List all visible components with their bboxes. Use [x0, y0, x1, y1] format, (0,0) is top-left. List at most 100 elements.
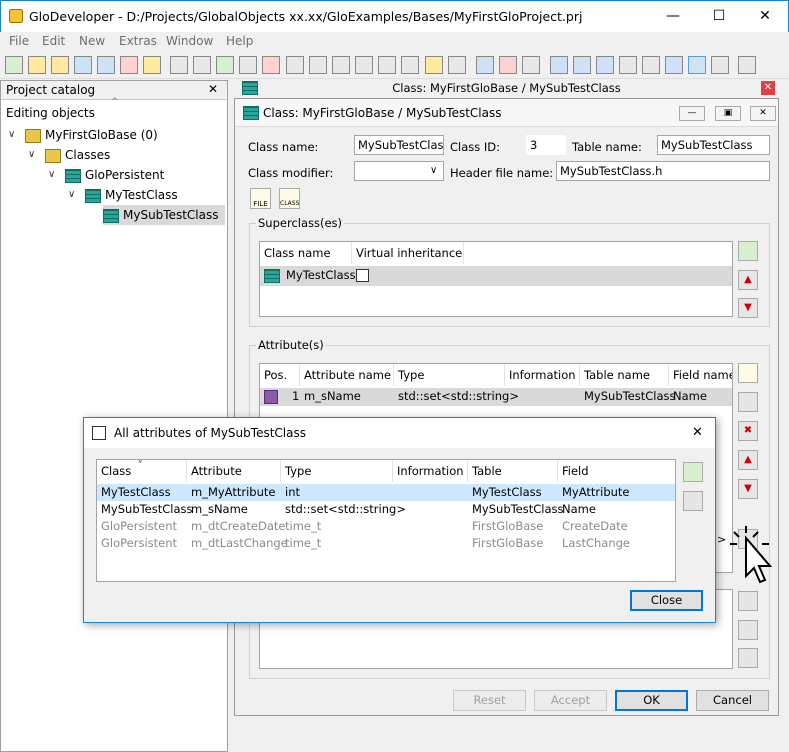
- menu-window[interactable]: Window: [166, 34, 213, 48]
- column-header-information[interactable]: Information: [505, 364, 580, 386]
- window-new-icon[interactable]: [642, 56, 660, 74]
- column-header-attribute[interactable]: Attribute: [187, 460, 281, 482]
- close-mdi-button[interactable]: ✕: [761, 81, 775, 95]
- move-down-button[interactable]: ▼: [738, 298, 758, 318]
- move-attribute-down-button[interactable]: ▼: [738, 479, 758, 499]
- new-class-icon[interactable]: [193, 56, 211, 74]
- help-book-icon[interactable]: [738, 56, 756, 74]
- class-id-field[interactable]: 3: [526, 135, 566, 155]
- edit-attribute-button[interactable]: [683, 491, 703, 511]
- column-header-type[interactable]: Type: [281, 460, 393, 482]
- table-name-field[interactable]: MySubTestClass: [657, 135, 770, 155]
- copy-icon[interactable]: [309, 56, 327, 74]
- column-header-field[interactable]: Field: [558, 460, 675, 482]
- chevron-down-icon[interactable]: ∨: [68, 189, 75, 200]
- menu-new[interactable]: New: [79, 34, 105, 48]
- panel-left-icon[interactable]: [688, 56, 706, 74]
- column-header-field-name[interactable]: Field name: [669, 364, 732, 386]
- minimize-dialog-button[interactable]: —: [679, 106, 705, 121]
- goto-attribute-button[interactable]: [683, 462, 703, 482]
- chevron-down-icon[interactable]: ∨: [430, 165, 437, 176]
- new-attribute-icon[interactable]: [425, 56, 443, 74]
- move-attribute-up-button[interactable]: ▲: [738, 450, 758, 470]
- class-name-field[interactable]: MySubTestClass: [354, 135, 444, 155]
- move-up-button[interactable]: ▲: [738, 270, 758, 290]
- window-icon[interactable]: [619, 56, 637, 74]
- index-icon[interactable]: [448, 56, 466, 74]
- close-popup-button[interactable]: ✕: [692, 425, 703, 440]
- panel-right-icon[interactable]: [711, 56, 729, 74]
- column-header-virtual-inheritance[interactable]: Virtual inheritance: [352, 242, 464, 264]
- new-attribute-button[interactable]: [738, 363, 758, 383]
- close-dialog-button[interactable]: ✕: [750, 106, 776, 121]
- save-all-icon[interactable]: [97, 56, 115, 74]
- tree-item-classes[interactable]: Classes: [45, 145, 110, 165]
- tools-icon[interactable]: [522, 56, 540, 74]
- accept-button[interactable]: Accept: [534, 690, 607, 711]
- database-icon[interactable]: [120, 56, 138, 74]
- table-row[interactable]: MyTestClass m_MyAttribute int MyTestClas…: [97, 484, 675, 501]
- globe-icon[interactable]: [476, 56, 494, 74]
- column-header-table-name[interactable]: Table name: [580, 364, 669, 386]
- windows-icon[interactable]: [665, 56, 683, 74]
- add-superclass-button[interactable]: [738, 241, 758, 261]
- column-header-class-name[interactable]: Class name: [260, 242, 352, 264]
- chevron-down-icon[interactable]: ∨: [48, 169, 55, 180]
- menu-help[interactable]: Help: [226, 34, 253, 48]
- table-row[interactable]: GloPersistent m_dtCreateDate time_t Firs…: [97, 518, 675, 535]
- table-row[interactable]: 1 m_sName std::set<std::string> MySubTes…: [260, 388, 732, 406]
- edit-attribute-icon[interactable]: [378, 56, 396, 74]
- chevron-right-icon[interactable]: >: [717, 533, 726, 546]
- reset-button[interactable]: Reset: [453, 690, 526, 711]
- column-header-information[interactable]: Information: [393, 460, 468, 482]
- cancel-button[interactable]: Cancel: [696, 690, 769, 711]
- edit-icon[interactable]: [239, 56, 257, 74]
- menu-file[interactable]: File: [9, 34, 29, 48]
- close-panel-button[interactable]: ✕: [208, 82, 218, 96]
- tile-vertical-icon[interactable]: [573, 56, 591, 74]
- maximize-button[interactable]: ☐: [696, 1, 742, 32]
- cut-icon[interactable]: [286, 56, 304, 74]
- open-folder-icon[interactable]: [28, 56, 46, 74]
- new-file-icon[interactable]: [170, 56, 188, 74]
- column-header-table[interactable]: Table: [468, 460, 558, 482]
- tree-item-mytestclass[interactable]: MyTestClass: [85, 185, 178, 205]
- column-header-pos[interactable]: Pos.: [260, 364, 300, 386]
- tile-horizontal-icon[interactable]: [596, 56, 614, 74]
- delete-index-button[interactable]: [738, 648, 758, 668]
- header-file-field[interactable]: MySubTestClass.h: [556, 161, 770, 181]
- cascade-icon[interactable]: [550, 56, 568, 74]
- table-row[interactable]: MyTestClass: [260, 266, 732, 286]
- mdi-tab[interactable]: Class: MyFirstGloBase / MySubTestClass ✕: [234, 80, 779, 96]
- edit-index-button[interactable]: [738, 620, 758, 640]
- attribute-icon[interactable]: [355, 56, 373, 74]
- table-row[interactable]: GloPersistent m_dtLastChange time_t Firs…: [97, 535, 675, 552]
- menu-edit[interactable]: Edit: [42, 34, 65, 48]
- delete-icon[interactable]: [262, 56, 280, 74]
- delete-attribute-icon[interactable]: [401, 56, 419, 74]
- close-button[interactable]: Close: [630, 590, 703, 611]
- close-window-button[interactable]: ✕: [742, 1, 788, 32]
- open-project-icon[interactable]: [51, 56, 69, 74]
- ok-button[interactable]: OK: [615, 690, 688, 711]
- menu-extras[interactable]: Extras: [119, 34, 157, 48]
- class-icon[interactable]: [216, 56, 234, 74]
- minimize-button[interactable]: —: [650, 1, 696, 32]
- folder-key-icon[interactable]: [143, 56, 161, 74]
- tree-item-database[interactable]: MyFirstGloBase (0): [25, 125, 158, 145]
- new-index-button[interactable]: [738, 591, 758, 611]
- paste-icon[interactable]: [332, 56, 350, 74]
- chevron-down-icon[interactable]: ∨: [8, 129, 15, 140]
- tree-item-glopersistent[interactable]: GloPersistent: [65, 165, 164, 185]
- palette-icon[interactable]: [499, 56, 517, 74]
- new-file-button[interactable]: FILE: [250, 188, 271, 209]
- tree-item-mysubtestclass[interactable]: MySubTestClass: [103, 205, 225, 225]
- toolbar-icon-1[interactable]: [5, 56, 23, 74]
- edit-attribute-button[interactable]: [738, 392, 758, 412]
- save-icon[interactable]: [74, 56, 92, 74]
- restore-dialog-button[interactable]: ▣: [715, 106, 741, 121]
- new-class-button[interactable]: CLASS: [279, 188, 300, 209]
- chevron-down-icon[interactable]: ∨: [28, 149, 35, 160]
- virtual-inheritance-checkbox[interactable]: [356, 269, 369, 282]
- column-header-type[interactable]: Type: [394, 364, 505, 386]
